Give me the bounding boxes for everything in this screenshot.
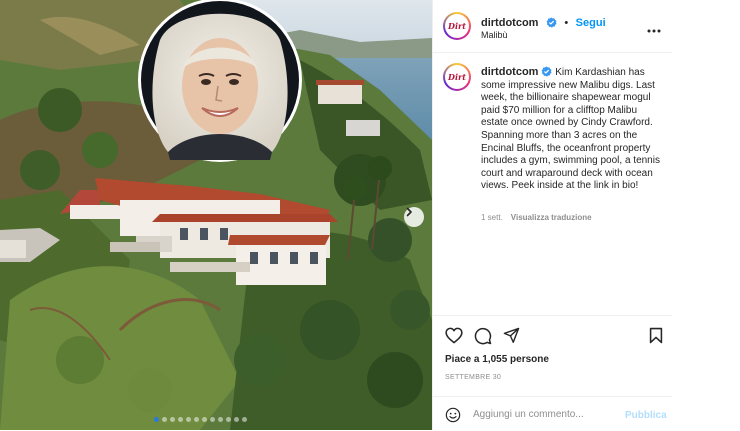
avatar[interactable]: Dirt [443, 12, 471, 40]
carousel-dot [226, 417, 231, 422]
carousel-dot [154, 417, 159, 422]
aerial-estate-photo [0, 0, 432, 430]
post-image[interactable] [0, 0, 432, 430]
likes-count[interactable]: Piace a 1,055 persone [445, 354, 549, 365]
emoji-icon [445, 407, 461, 423]
comment-form: Pubblica [433, 396, 673, 431]
post-sidebar: Dirt dirtdotcom • Segui Malibù Dirt dirt… [432, 0, 673, 430]
avatar-logo-text: Dirt [448, 21, 466, 31]
action-bar [433, 315, 673, 354]
caption-avatar[interactable]: Dirt [443, 63, 471, 91]
carousel-dot [218, 417, 223, 422]
comment-input[interactable] [473, 405, 623, 423]
post-caption: dirtdotcom Kim Kardashian has some impre… [481, 66, 667, 193]
carousel-dot [186, 417, 191, 422]
save-button[interactable] [649, 327, 663, 349]
caption-meta: 1 sett. Visualizza traduzione [481, 213, 592, 222]
instagram-post: Dirt dirtdotcom • Segui Malibù Dirt dirt… [0, 0, 673, 430]
like-button[interactable] [445, 327, 463, 349]
save-icon [649, 327, 663, 344]
header-userline: dirtdotcom • Segui [481, 13, 606, 31]
carousel-dot [234, 417, 239, 422]
verified-badge-icon [546, 17, 557, 28]
heart-icon [445, 327, 463, 344]
publish-button[interactable]: Pubblica [625, 410, 667, 421]
caption-username[interactable]: dirtdotcom [481, 66, 538, 78]
translate-link[interactable]: Visualizza traduzione [511, 213, 592, 222]
caption-avatar-logo-text: Dirt [448, 72, 466, 82]
emoji-button[interactable] [445, 407, 461, 428]
share-button[interactable] [503, 327, 520, 349]
more-options-icon [647, 29, 661, 33]
carousel-dot [162, 417, 167, 422]
more-options-button[interactable] [647, 20, 661, 38]
chevron-right-icon [406, 207, 412, 217]
header-separator: • [564, 17, 569, 29]
carousel-dots [154, 417, 247, 422]
follow-button[interactable]: Segui [576, 17, 606, 29]
carousel-dot [194, 417, 199, 422]
comment-button[interactable] [474, 327, 492, 350]
verified-badge-icon [542, 66, 552, 77]
page-background [672, 0, 740, 430]
carousel-dot [210, 417, 215, 422]
carousel-next-button[interactable] [404, 207, 424, 227]
share-icon [503, 327, 520, 343]
carousel-dot [178, 417, 183, 422]
carousel-dot [170, 417, 175, 422]
carousel-dot [202, 417, 207, 422]
post-date[interactable]: SETTEMBRE 30 [445, 374, 501, 381]
carousel-dot [242, 417, 247, 422]
post-age[interactable]: 1 sett. [481, 213, 503, 222]
caption-text: Kim Kardashian has some impressive new M… [481, 67, 660, 192]
comment-icon [474, 327, 492, 345]
username-link[interactable]: dirtdotcom [481, 17, 538, 29]
location-link[interactable]: Malibù [481, 30, 508, 40]
post-header: Dirt dirtdotcom • Segui Malibù [433, 0, 673, 53]
